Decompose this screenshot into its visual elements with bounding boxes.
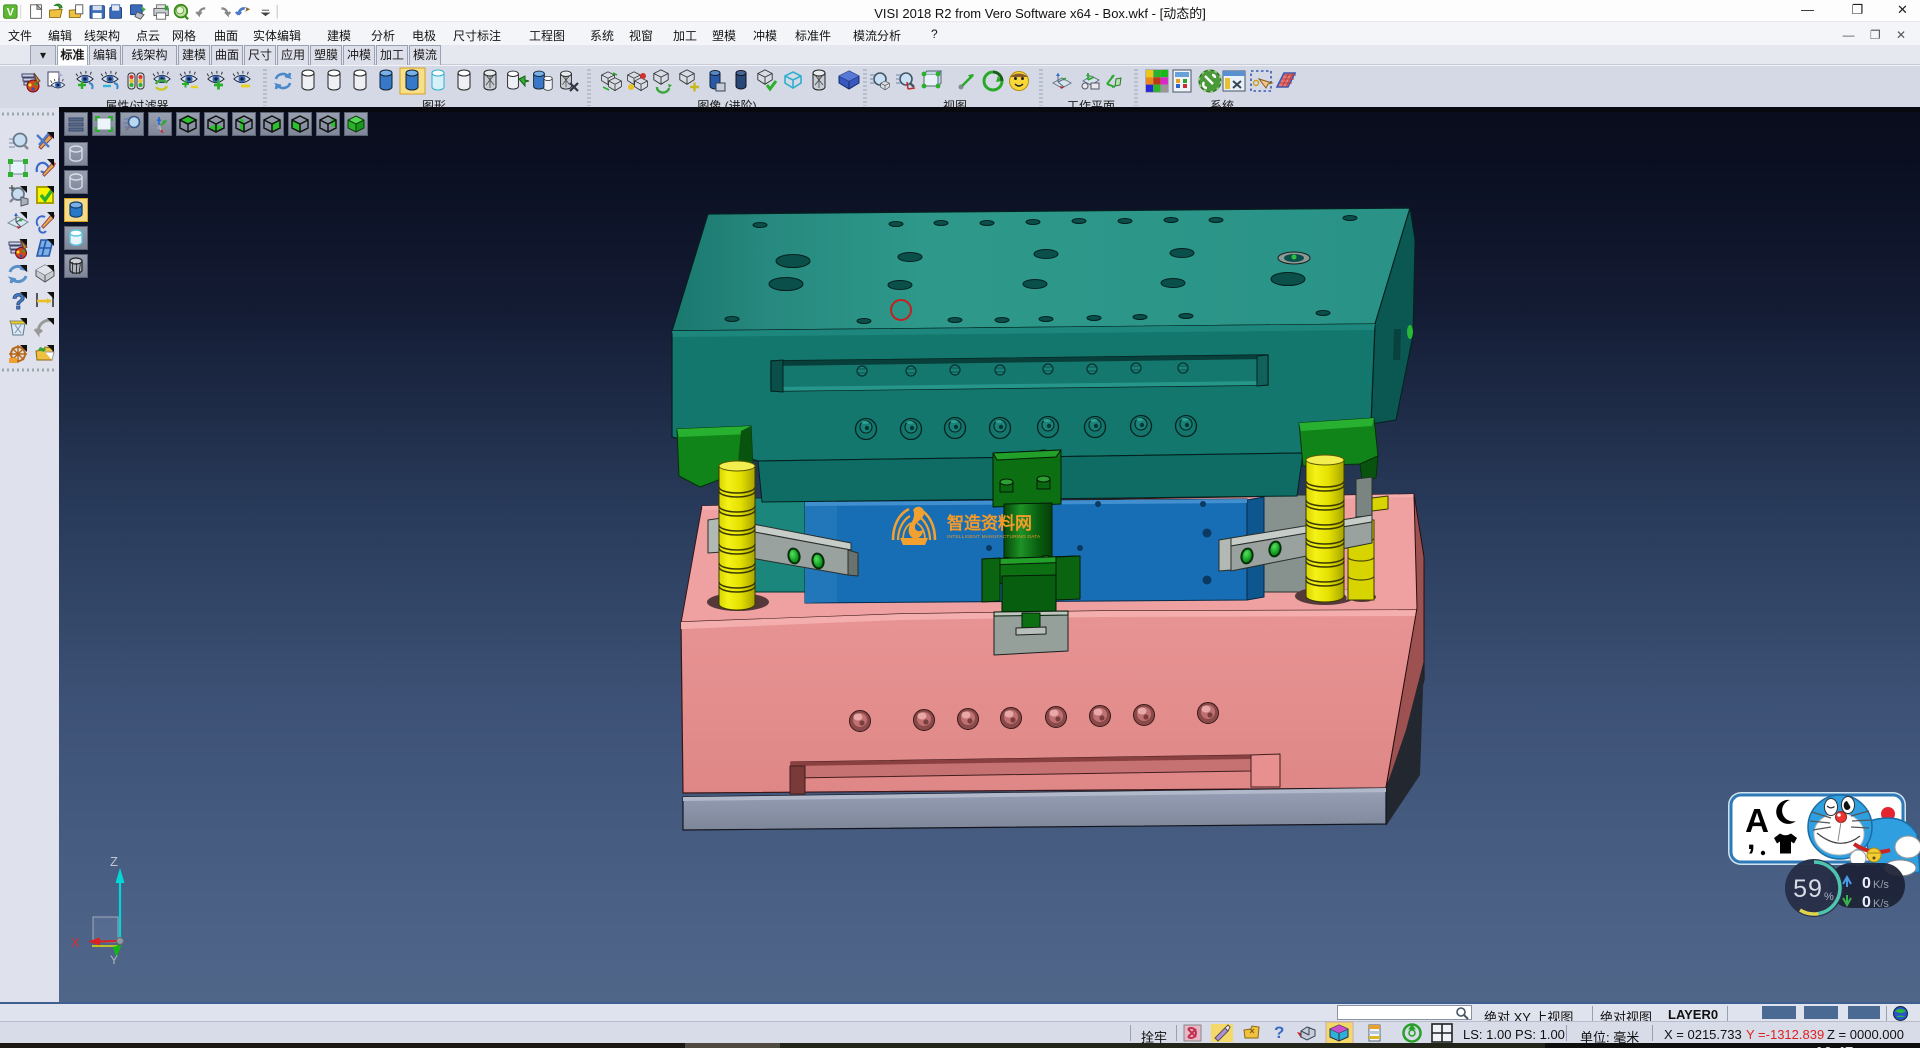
svg-text:Z: Z — [110, 854, 118, 869]
svg-text:INTELLIGENT MANUFACTURING DATA: INTELLIGENT MANUFACTURING DATA — [947, 534, 1041, 540]
svg-text:59: 59 — [1793, 875, 1823, 903]
svg-text:0: 0 — [1862, 875, 1871, 892]
svg-text:,: , — [1747, 823, 1755, 856]
svg-text:K/s: K/s — [1873, 898, 1889, 910]
svg-text:%: % — [1824, 891, 1834, 903]
svg-text:智造资料网: 智造资料网 — [947, 513, 1032, 533]
svg-text:K/s: K/s — [1873, 879, 1889, 891]
svg-text:Y: Y — [110, 953, 118, 967]
svg-text:0: 0 — [1862, 894, 1871, 911]
svg-text:X: X — [71, 935, 80, 950]
